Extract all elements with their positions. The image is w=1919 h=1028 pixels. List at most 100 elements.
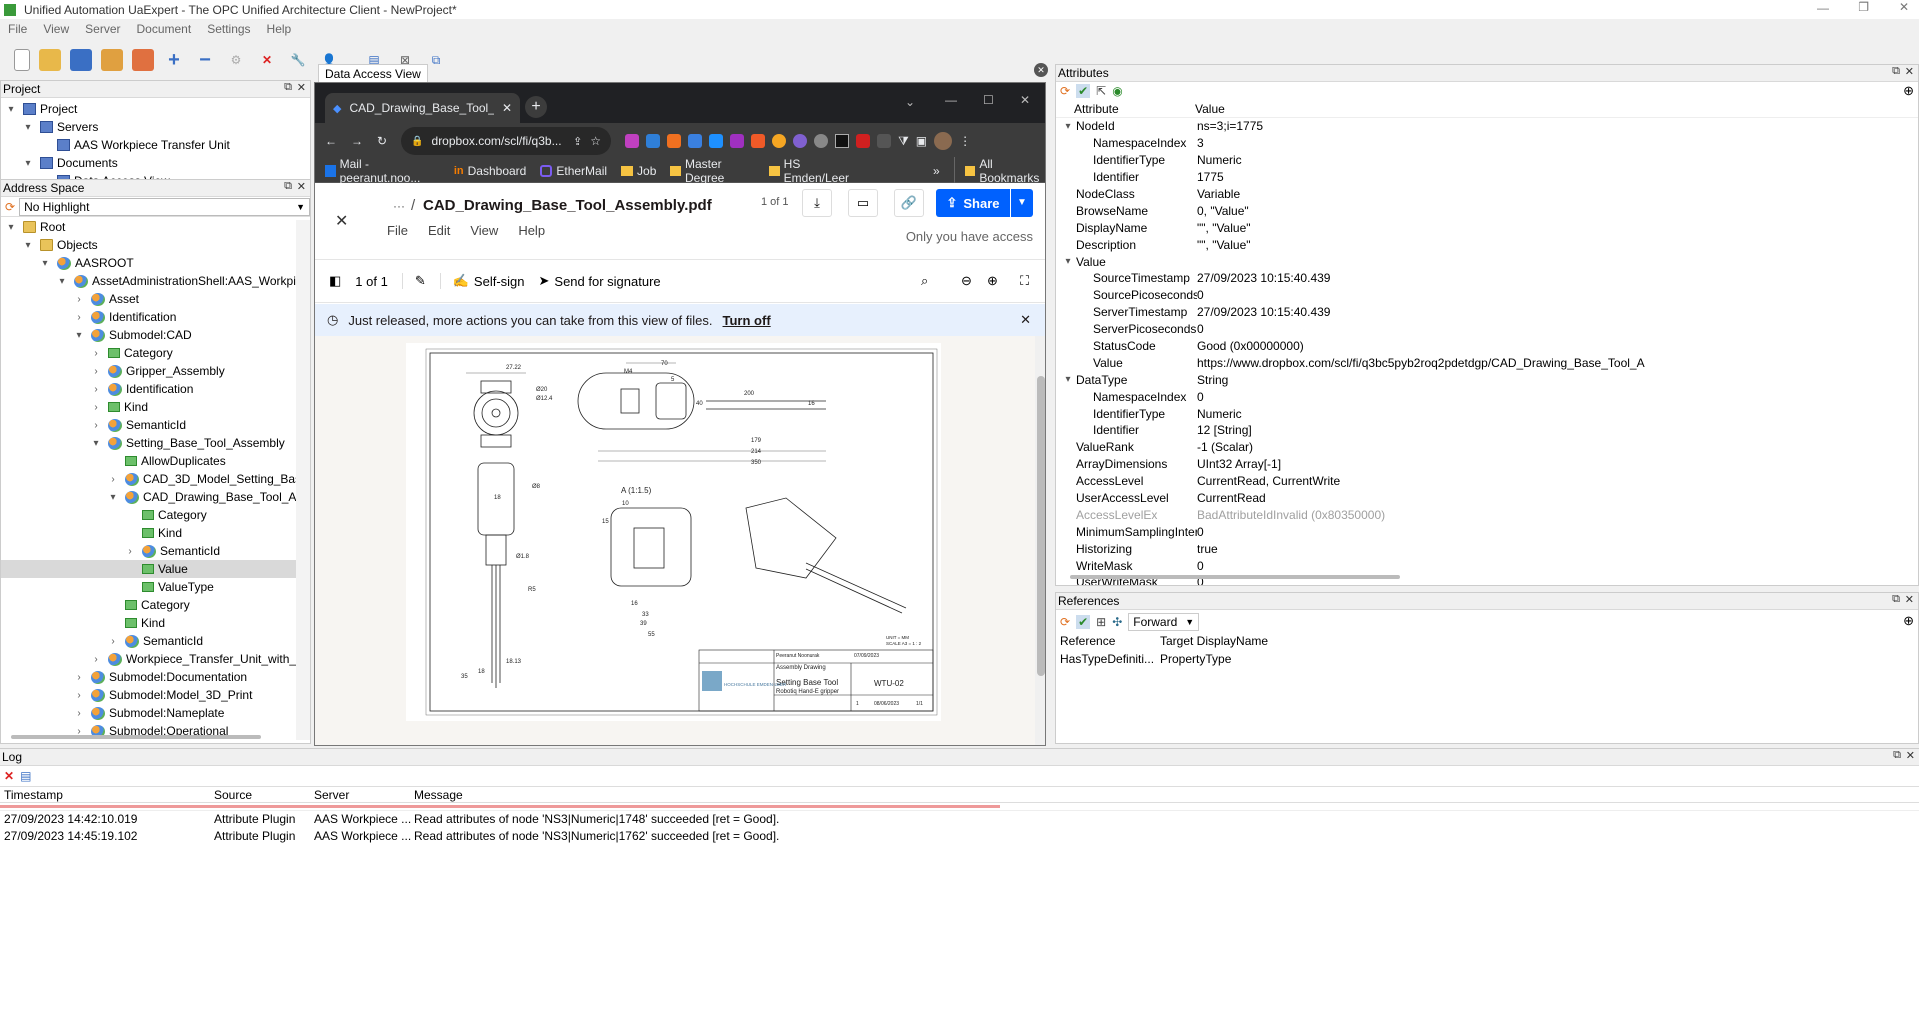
share-dropdown-icon[interactable]: ▼ [1011,189,1033,217]
attribute-row[interactable]: ▾ DataType String [1060,371,1918,388]
collapse-arrow-icon[interactable]: ▾ [71,330,87,341]
tree-node[interactable]: › SemanticId [1,542,310,560]
expand-arrow-icon[interactable]: › [88,654,104,665]
close-icon[interactable]: ✕ [502,101,512,115]
remove-server-icon[interactable]: − [194,49,216,71]
tree-hscrollbar[interactable] [11,735,261,739]
collapse-arrow-icon[interactable]: ▾ [105,492,121,503]
collapse-arrow-icon[interactable]: ▾ [20,158,36,169]
extension-icon[interactable] [772,134,787,148]
extension-icon[interactable] [751,134,766,148]
tree-node[interactable]: › SemanticId [1,632,310,650]
tree-node[interactable]: ▾ Root [1,218,310,236]
attribute-row[interactable]: AccessLevelEx BadAttributeIdInvalid (0x80… [1060,506,1918,523]
extension-icon[interactable] [814,134,829,148]
forward-icon[interactable]: → [351,134,363,148]
self-sign-button[interactable]: ✍ Self-sign [439,273,525,289]
expand-arrow-icon[interactable]: › [71,312,87,323]
attribute-row[interactable]: AccessLevel CurrentRead, CurrentWrite [1060,473,1918,490]
search-icon[interactable]: ⌕ [921,273,928,289]
tree-node[interactable]: › SemanticId [1,416,310,434]
tree-node[interactable]: › Submodel:Model_3D_Print [1,686,310,704]
expand-arrow-icon[interactable]: › [71,708,87,719]
menu-view[interactable]: View [35,22,77,36]
extension-icon[interactable] [667,134,682,148]
expand-arrow-icon[interactable]: › [105,636,121,647]
tree-node[interactable]: › View:Design_Information [1,740,310,743]
attribute-row[interactable]: Historizing true [1060,540,1918,557]
bookmark-dashboard[interactable]: in Dashboard [454,164,527,178]
tree-node[interactable]: Kind [1,614,310,632]
profile-avatar[interactable] [934,132,953,150]
file-menu-view[interactable]: View [470,223,498,238]
float-icon[interactable]: ⧉ [1893,749,1901,762]
close-viewer-icon[interactable]: ✕ [335,211,348,231]
tree-node[interactable]: › CAD_3D_Model_Setting_Base_Tool_Assem [1,470,310,488]
expand-arrow-icon[interactable]: › [88,366,104,377]
attribute-row[interactable]: SourceTimestamp 27/09/2023 10:15:40.439 [1060,270,1918,287]
log-row[interactable]: 27/09/2023 14:42:10.019 Attribute Plugin… [0,811,1919,828]
connect-icon[interactable]: ⚙ [225,49,247,71]
tree-node[interactable]: ▾ CAD_Drawing_Base_Tool_Assembly [1,488,310,506]
add-icon[interactable]: ⊕ [1903,613,1914,629]
collapse-arrow-icon[interactable]: ▾ [54,276,70,287]
sidebar-toggle-icon[interactable]: ◧ [329,273,341,289]
tree-node[interactable]: Kind [1,524,310,542]
download-icon[interactable]: ⤓ [802,189,832,217]
attribute-row[interactable]: UserAccessLevel CurrentRead [1060,490,1918,507]
browser-maximize-icon[interactable]: ☐ [983,93,994,107]
attribute-row[interactable]: MinimumSamplingInterval0 [1060,523,1918,540]
new-project-icon[interactable] [14,49,30,71]
expand-arrow-icon[interactable]: › [71,690,87,701]
add-icon[interactable]: ⊕ [1903,83,1914,99]
maximize-button[interactable]: ❐ [1858,0,1869,14]
monitor-icon[interactable]: ◉ [1112,84,1122,98]
tree-node[interactable]: Category [1,596,310,614]
tree-node[interactable]: ▾ Servers [1,118,310,136]
attribute-row[interactable]: StatusCode Good (0x00000000) [1060,338,1918,355]
tree-node[interactable]: › Identification [1,308,310,326]
browser-minimize-icon[interactable]: — [945,93,957,107]
back-icon[interactable]: ← [325,134,337,148]
tab-search-icon[interactable]: ⌄ [905,95,915,109]
puzzle-icon[interactable]: ⧩ [898,134,909,149]
send-signature-button[interactable]: ➤ Send for signature [539,273,661,289]
attribute-row[interactable]: Identifier 12 [String] [1060,422,1918,439]
menu-help[interactable]: Help [259,22,300,36]
extension-icon[interactable] [730,134,745,148]
bookmark-job[interactable]: Job [621,164,656,178]
float-icon[interactable]: ⧉ [1892,593,1900,606]
tree-node[interactable]: › Category [1,344,310,362]
clear-log-icon[interactable]: ✕ [4,769,14,783]
attribute-row[interactable]: ServerPicoseconds 0 [1060,321,1918,338]
attribute-row[interactable]: NamespaceIndex 0 [1060,388,1918,405]
tree-node[interactable]: › Kind [1,398,310,416]
extension-icon[interactable] [877,134,892,148]
save-log-icon[interactable]: ▤ [20,769,31,783]
tree-node[interactable]: Category [1,506,310,524]
dav-tab[interactable]: Data Access View [318,64,428,82]
attr-hscrollbar[interactable] [1070,575,1400,579]
file-menu-edit[interactable]: Edit [428,223,450,238]
power-icon[interactable] [132,49,154,71]
attribute-row[interactable]: ValueRank -1 (Scalar) [1060,439,1918,456]
extension-icon[interactable] [625,134,640,148]
close-button[interactable]: ✕ [1899,0,1909,14]
tree-node[interactable]: ▾ Submodel:CAD [1,326,310,344]
extension-icon[interactable] [835,134,850,148]
attribute-row[interactable]: WriteMask 0 [1060,557,1918,574]
disconnect-icon[interactable]: ✕ [256,49,278,71]
omnibox[interactable]: 🔒 dropbox.com/scl/fi/q3b... ⇪ ☆ [401,127,612,155]
close-panel-icon[interactable]: ✕ [1905,593,1914,606]
tree-node[interactable]: ▾ Project [1,100,310,118]
hierarchy-icon[interactable]: ⊞ [1096,615,1106,629]
close-panel-icon[interactable]: ✕ [1906,749,1915,762]
minimize-button[interactable]: — [1817,1,1829,15]
attribute-row[interactable]: NamespaceIndex 3 [1060,135,1918,152]
close-tab-icon[interactable]: ✕ [1034,63,1048,77]
tree-node[interactable]: ▾ AASROOT [1,254,310,272]
refresh-icon[interactable]: ⟳ [5,200,15,214]
save-project-icon[interactable] [70,49,92,71]
share-button[interactable]: ⇪ Share [936,189,1010,217]
zoom-out-icon[interactable]: ⊖ [961,273,972,289]
